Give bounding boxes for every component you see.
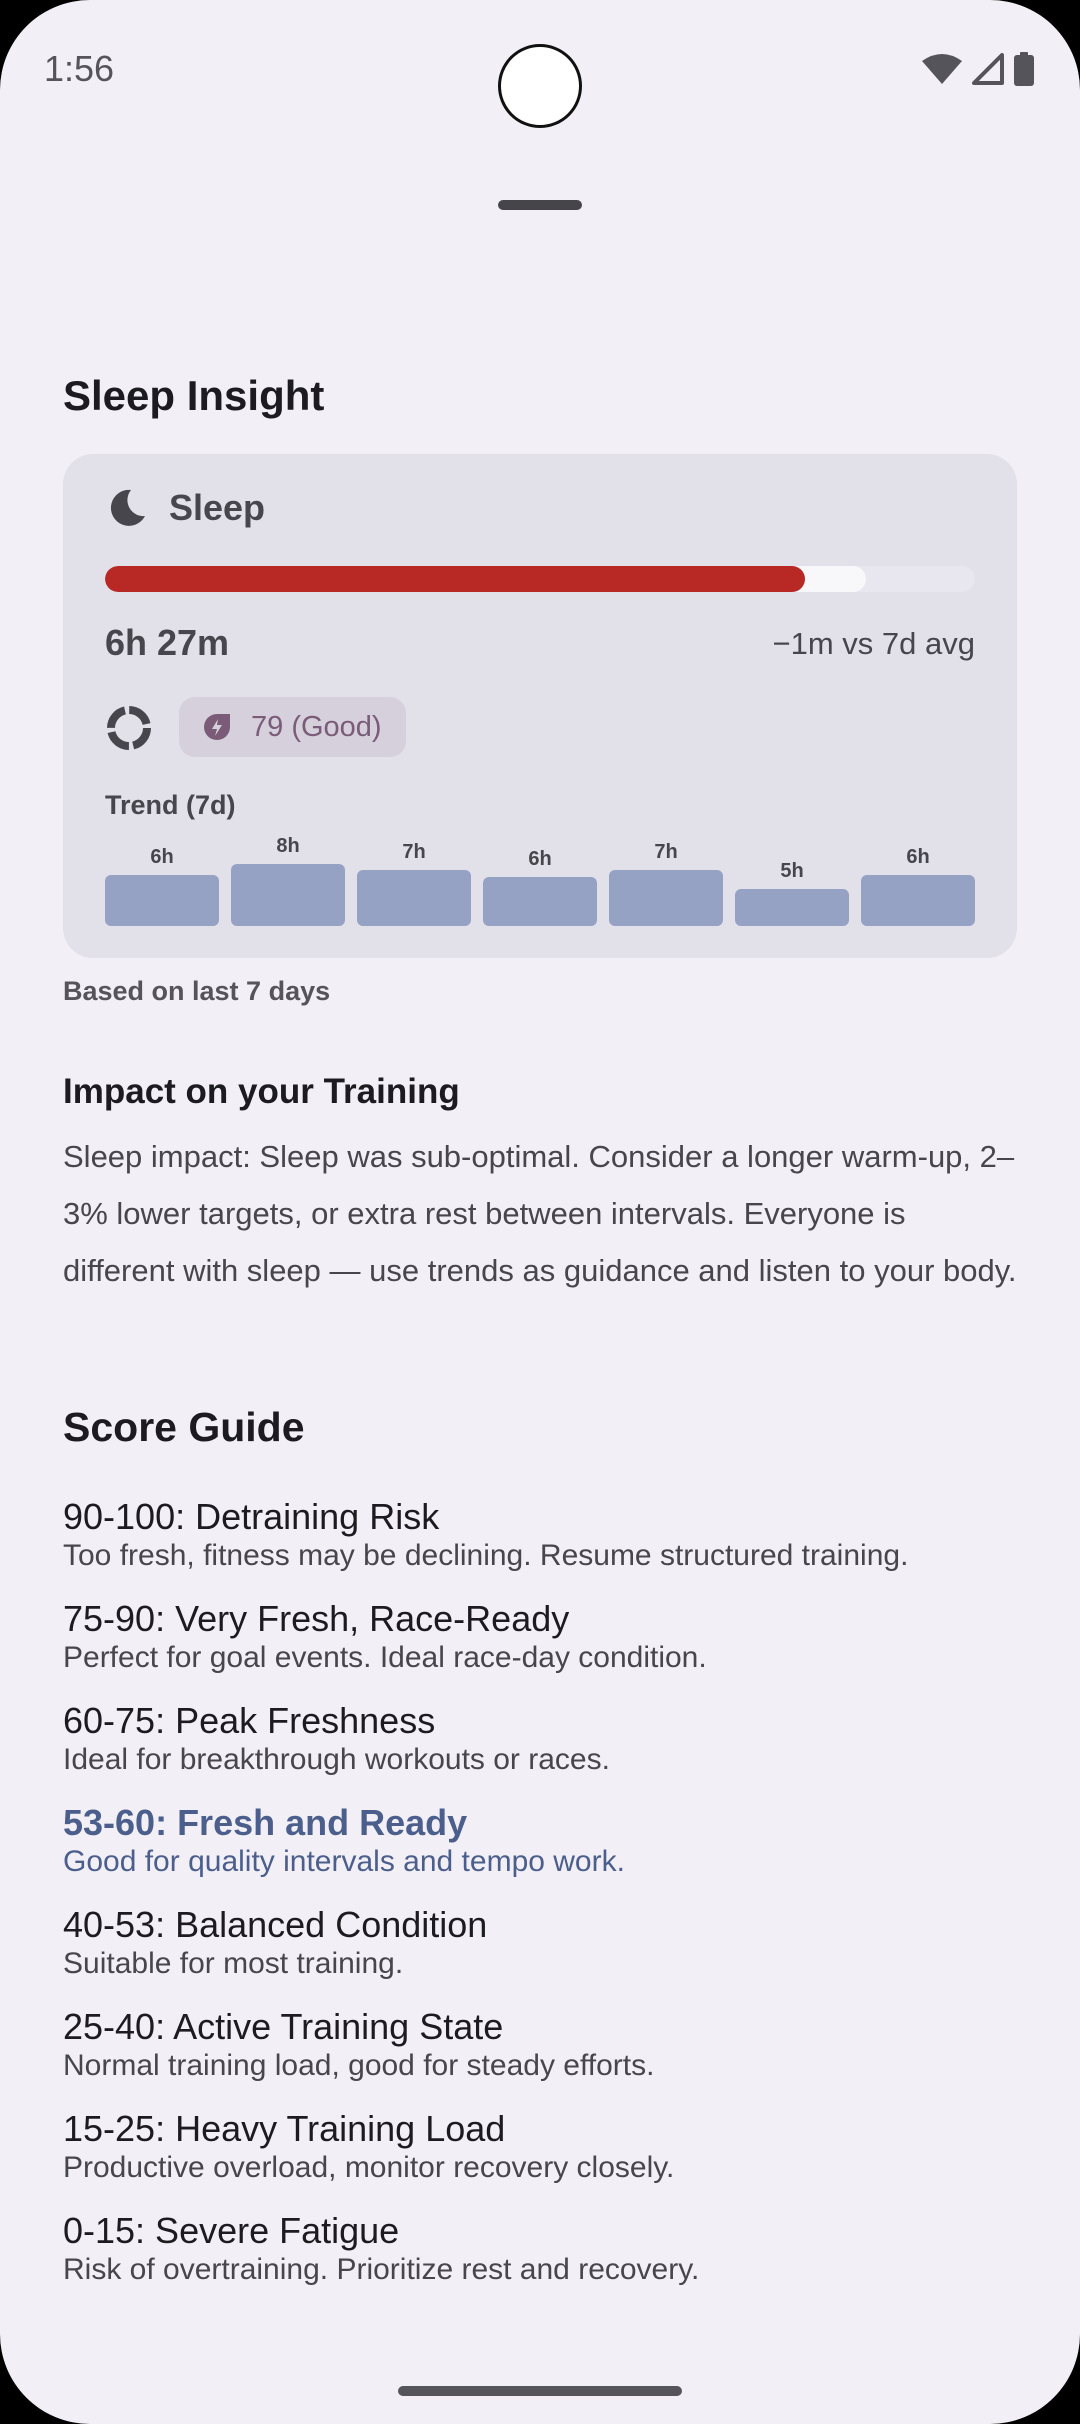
guide-item-heading: 53-60: Fresh and Ready (63, 1802, 468, 1843)
sheet-drag-handle[interactable] (498, 200, 582, 210)
trend-bar-column: 8h (231, 835, 345, 926)
trend-bar (231, 864, 345, 926)
home-indicator[interactable] (398, 2386, 682, 2396)
status-time: 1:56 (44, 48, 115, 89)
guide-item: 60-75: Peak Freshness Ideal for breakthr… (63, 1700, 610, 1778)
guide-item-description: Too fresh, fitness may be declining. Res… (63, 1539, 909, 1572)
guide-item-description: Risk of overtraining. Prioritize rest an… (63, 2253, 700, 2286)
trend-bar-chart: 6h 8h 7h 6h 7h 5h 6h (105, 814, 975, 926)
sleep-progress-bar (105, 566, 975, 592)
trend-bar-label: 6h (906, 846, 930, 868)
progress-ring-icon (107, 706, 151, 750)
trend-bar-label: 6h (528, 848, 552, 870)
guide-item-heading: 90-100: Detraining Risk (63, 1496, 440, 1537)
trend-bar-column: 6h (105, 846, 219, 926)
page-title: Sleep Insight (63, 372, 325, 419)
sleep-label: Sleep (169, 487, 266, 528)
cell-signal-icon (972, 53, 1004, 85)
trend-bar-label: 5h (780, 860, 804, 882)
sleep-score-chip[interactable]: 79 (Good) (179, 697, 406, 757)
trend-bar-column: 7h (609, 841, 723, 926)
trend-bar (483, 877, 597, 926)
sleep-card: Sleep 6h 27m −1m vs 7d avg 79 (Good) Tre… (63, 454, 1017, 958)
trend-bar (105, 875, 219, 926)
trend-bar-label: 6h (150, 846, 174, 868)
guide-item: 0-15: Severe Fatigue Risk of overtrainin… (63, 2210, 699, 2288)
sleep-progress-fill (105, 566, 806, 592)
impact-body: Sleep impact: Sleep was sub-optimal. Con… (63, 1139, 1017, 1288)
trend-bar-column: 6h (861, 846, 975, 926)
moon-icon (110, 489, 145, 526)
guide-item-highlighted: 53-60: Fresh and Ready Good for quality … (63, 1802, 625, 1880)
trend-bar-label: 8h (276, 835, 300, 857)
trend-bar-column: 6h (483, 848, 597, 926)
impact-title: Impact on your Training (63, 1072, 460, 1111)
sleep-duration: 6h 27m (105, 622, 230, 663)
guide-item-description: Ideal for breakthrough workouts or races… (63, 1743, 610, 1776)
guide-item: 15-25: Heavy Training Load Productive ov… (63, 2108, 674, 2186)
trend-bar (357, 870, 471, 926)
sleep-score-text: 79 (Good) (251, 710, 382, 743)
battery-icon (1014, 52, 1034, 86)
guide-item-heading: 60-75: Peak Freshness (63, 1700, 436, 1741)
guide-item-description: Perfect for goal events. Ideal race-day … (63, 1641, 707, 1674)
guide-item-heading: 40-53: Balanced Condition (63, 1904, 488, 1945)
sleep-delta: −1m vs 7d avg (772, 626, 975, 661)
guide-item-description: Good for quality intervals and tempo wor… (63, 1845, 625, 1878)
trend-bar-label: 7h (654, 841, 678, 863)
trend-bar (861, 875, 975, 926)
guide-item: 90-100: Detraining Risk Too fresh, fitne… (63, 1496, 908, 1574)
status-icons (922, 52, 1034, 86)
trend-bar (735, 889, 849, 926)
guide-item: 40-53: Balanced Condition Suitable for m… (63, 1904, 487, 1982)
card-header: Sleep (105, 486, 265, 530)
guide-item: 25-40: Active Training State Normal trai… (63, 2006, 654, 2084)
trend-bar (609, 870, 723, 926)
guide-item-heading: 15-25: Heavy Training Load (63, 2108, 506, 2149)
screen: 1:56 Sleep Insight Sleep 6h 27m −1m vs 7… (0, 0, 1080, 2424)
trend-bar-label: 7h (402, 841, 426, 863)
guide-item: 75-90: Very Fresh, Race-Ready Perfect fo… (63, 1598, 707, 1676)
guide-item-description: Normal training load, good for steady ef… (63, 2049, 655, 2082)
wifi-icon (922, 54, 962, 84)
guide-item-description: Suitable for most training. (63, 1947, 404, 1980)
based-on-text: Based on last 7 days (63, 976, 331, 1006)
score-guide-title: Score Guide (63, 1404, 305, 1450)
guide-item-heading: 25-40: Active Training State (63, 2006, 504, 2047)
guide-item-heading: 0-15: Severe Fatigue (63, 2210, 400, 2251)
guide-item-description: Productive overload, monitor recovery cl… (63, 2151, 675, 2184)
camera-cutout (498, 44, 582, 128)
trend-bar-column: 5h (735, 860, 849, 926)
trend-bar-column: 7h (357, 841, 471, 926)
guide-item-heading: 75-90: Very Fresh, Race-Ready (63, 1598, 570, 1639)
bolt-badge-icon (204, 714, 230, 740)
